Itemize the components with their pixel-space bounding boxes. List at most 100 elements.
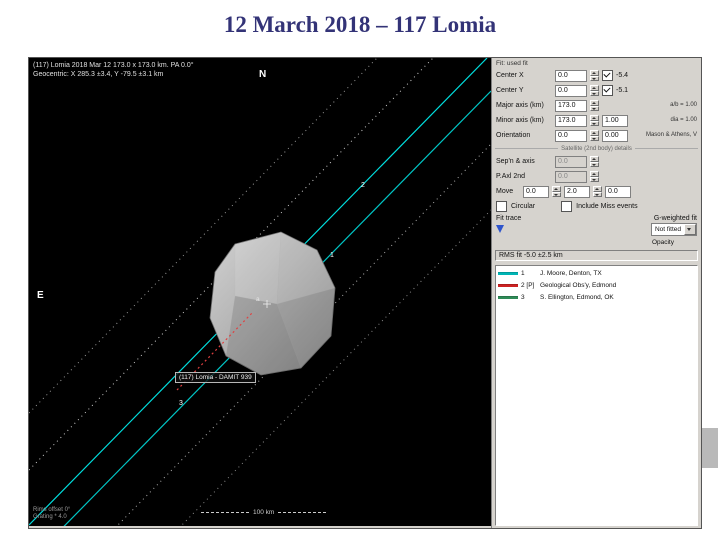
position-angle-input[interactable]: 0.0 [555,170,587,183]
legend-entry-2[interactable]: 2 [P] Geological Obs'y, Edmond [498,281,695,290]
move-x-spinner[interactable] [552,186,561,197]
center-marker-label: a [256,296,260,303]
move-x-input[interactable]: 0.0 [523,185,549,198]
observer-legend: 1 J. Moore, Denton, TX 2 [P] Geological … [495,265,698,526]
scale-bar-dash [201,512,249,513]
minor-axis-label: Minor axis (km) [496,117,544,124]
center-x-checkbox[interactable] [602,70,613,81]
legend-num: 2 [P] [521,282,535,289]
legend-entry-3[interactable]: 3 S. Ellington, Edmond, OK [498,293,695,302]
east-direction-label: E [37,290,44,301]
chord-color-swatch [498,284,518,287]
fit-trace-arrow-icon[interactable] [496,225,504,233]
orientation-row: Orientation 0.0 0.00 Mason & Athens, V [495,129,698,142]
center-y-row: Center Y 0.0 -5.1 [495,84,698,97]
plot-header-line2: Geocentric: X 285.3 ±3.4, Y -79.5 ±3.1 k… [33,71,164,78]
circular-checkbox[interactable] [496,201,507,212]
legend-observer-name: Geological Obs'y, Edmond [540,282,617,289]
center-x-row: Center X 0.0 -5.4 [495,69,698,82]
occultation-app-window: a 2 1 3 (117) Lomia 2018 Mar 12 173.0 x … [28,57,702,529]
center-y-input[interactable]: 0.0 [555,84,587,97]
minor-axis-input[interactable]: 173.0 [555,114,587,127]
asteroid-model-label: (117) Lomia - DAMIT 939 [175,372,256,383]
chevron-down-icon[interactable] [684,224,696,235]
include-miss-label: Include Miss events [576,203,638,210]
slide-edge-decoration [702,428,718,468]
scale-bar-label: 100 km [253,509,275,516]
chord-color-swatch [498,272,518,275]
axis-ratio-note: a/b = 1.00 [670,102,697,109]
circular-label: Circular [511,203,536,210]
chord-number-3: 3 [179,400,183,407]
position-angle-row: P.Axl 2nd 0.0 [495,170,698,183]
chord-color-swatch [498,296,518,299]
move-rot-input[interactable]: 0.0 [605,185,631,198]
move-y-input[interactable]: 2.0 [564,185,590,198]
scale-bar: 100 km [201,509,327,516]
center-x-label: Center X [496,72,524,79]
legend-num: 3 [521,294,525,301]
chord-plot-canvas[interactable]: a 2 1 3 [29,58,491,526]
satellite-group-title: Satellite (2nd body) details [495,144,698,153]
scale-bar-dash [278,512,327,513]
legend-num: 1 [521,270,525,277]
center-y-checkbox[interactable] [602,85,613,96]
plot-header-line1: (117) Lomia 2018 Mar 12 173.0 x 173.0 km… [33,62,194,69]
orientation-extra-input[interactable]: 0.00 [602,129,628,142]
weighted-fit-label: G-weighted fit [653,215,697,222]
move-row: Move 0.0 2.0 0.0 [495,185,698,198]
major-axis-label: Major axis (km) [496,102,544,109]
major-axis-row: Major axis (km) 173.0 a/b = 1.00 [495,99,698,112]
center-x-input[interactable]: 0.0 [555,69,587,82]
dotted-chord-line-upper2 [29,58,378,414]
orientation-input[interactable]: 0.0 [555,129,587,142]
occultation-plot[interactable]: a 2 1 3 (117) Lomia 2018 Mar 12 173.0 x … [29,58,491,526]
center-x-spinner[interactable] [590,70,599,81]
major-axis-input[interactable]: 173.0 [555,99,587,112]
options-row: Circular Include Miss events [495,200,698,213]
diameter-note: dia = 1.00 [670,117,697,124]
weighted-fit-dropdown[interactable]: Not fitted [650,223,697,236]
center-y-residual: -5.1 [616,87,629,94]
plot-corner-note: Rims offset 0° Grating * 4.0 [33,507,70,521]
panel-header: Fit: used fit [496,60,528,67]
reference-note: Mason & Athens, V [645,132,697,139]
minor-axis-row: Minor axis (km) 173.0 1.00 dia = 1.00 [495,114,698,127]
legend-observer-name: J. Moore, Denton, TX [540,270,602,277]
separation-row: Sep'n & axis 0.0 [495,155,698,168]
weighted-fit-block: G-weighted fit Not fitted [650,215,697,236]
fit-trace-block: Fit trace [496,215,521,233]
legend-entry-1[interactable]: 1 J. Moore, Denton, TX [498,269,695,278]
legend-observer-name: S. Ellington, Edmond, OK [540,294,614,301]
rms-status-text: RMS fit -5.0 ±2.5 km [495,250,698,261]
fit-actions-row: Fit trace G-weighted fit Not fitted [495,215,698,237]
position-angle-spinner[interactable] [590,171,599,182]
chord-number-1: 1 [330,252,334,259]
major-axis-spinner[interactable] [590,100,599,111]
minor-axis-spinner[interactable] [590,115,599,126]
minor-axis-extra-input[interactable]: 1.00 [602,114,628,127]
separation-spinner[interactable] [590,156,599,167]
orientation-label: Orientation [496,132,531,139]
slide-title: 12 March 2018 – 117 Lomia [223,12,497,37]
fit-trace-label: Fit trace [496,215,522,222]
north-direction-label: N [259,69,267,80]
center-y-spinner[interactable] [590,85,599,96]
position-angle-label: P.Axl 2nd [496,173,526,180]
plot-header: (117) Lomia 2018 Mar 12 173.0 x 173.0 km… [33,61,194,79]
asteroid-facet [234,231,282,305]
separation-label: Sep'n & axis [496,158,535,165]
center-x-residual: -5.4 [616,72,629,79]
move-label: Move [496,188,514,195]
weighted-fit-value: Not fitted [654,226,681,233]
separation-input[interactable]: 0.0 [555,155,587,168]
chord-number-2: 2 [361,182,365,189]
grating-note: Grating * 4.0 [33,514,67,520]
orientation-spinner[interactable] [590,130,599,141]
fit-control-panel: Fit: used fit Center X 0.0 -5.4 Center Y… [491,58,701,528]
center-y-label: Center Y [496,87,524,94]
opacity-label: Opacity [651,239,674,246]
include-miss-checkbox[interactable] [561,201,573,212]
move-y-spinner[interactable] [593,186,602,197]
rims-offset-note: Rims offset 0° [33,507,71,513]
